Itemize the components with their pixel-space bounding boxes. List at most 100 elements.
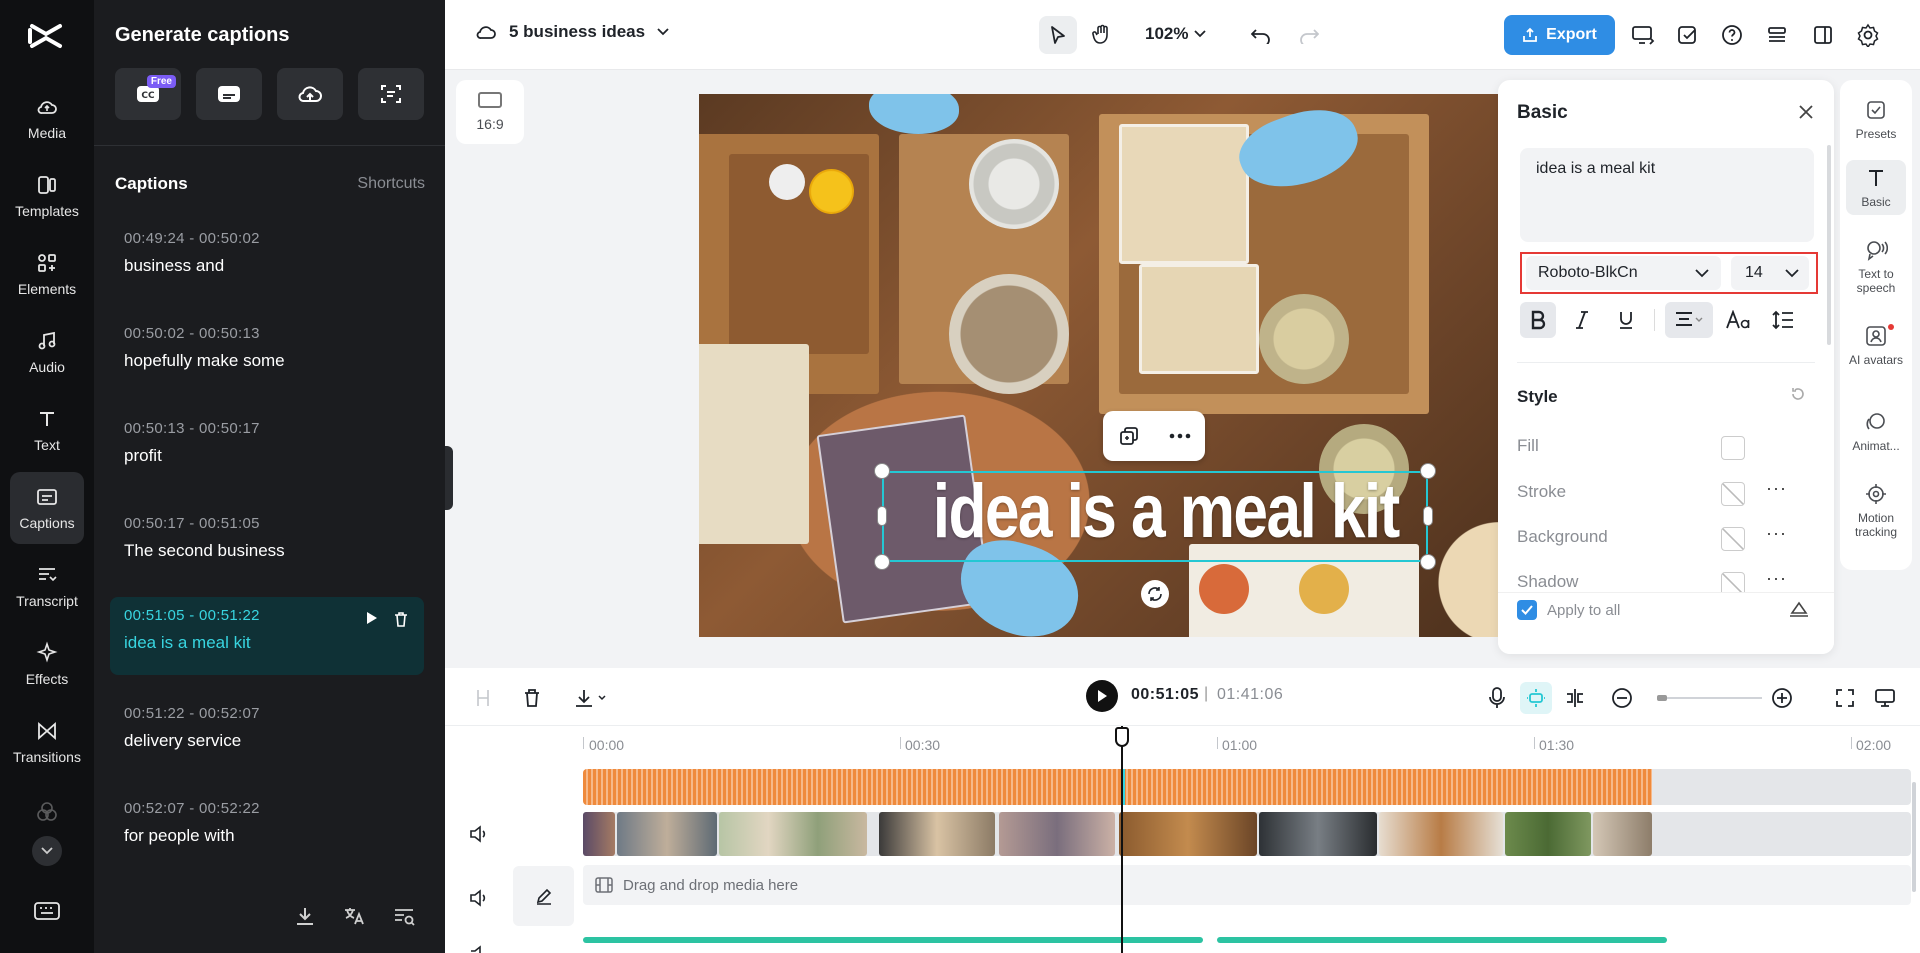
caption-text-field[interactable]: idea is a meal kit [1520,148,1814,242]
caption-text[interactable]: profit [124,446,424,466]
background-color-swatch[interactable] [1721,527,1745,551]
video-clip-thumbnail[interactable] [1119,812,1257,856]
rail-item-captions[interactable]: Captions [10,472,84,544]
rotate-handle[interactable] [1141,580,1169,608]
video-clip-thumbnail[interactable] [879,812,995,856]
more-icon[interactable] [1169,433,1191,439]
resize-handle-side[interactable] [1423,506,1433,526]
align-select[interactable] [1665,302,1713,338]
translate-icon[interactable] [342,904,366,928]
caption-item[interactable]: 00:52:07 - 00:52:22 for people with [110,790,424,868]
resize-handle[interactable] [1420,554,1436,570]
reset-icon[interactable] [1790,386,1806,402]
style-row-stroke[interactable]: Stroke ··· [1517,478,1815,506]
magnet-snap-button[interactable] [1520,682,1552,714]
duplicate-icon[interactable] [1118,425,1140,447]
tool-animation[interactable]: Animat... [1846,404,1906,459]
layers-icon[interactable] [1766,24,1788,46]
play-icon[interactable] [364,611,378,625]
gear-icon[interactable] [1856,23,1880,47]
capcut-logo-icon[interactable] [26,20,66,52]
italic-button[interactable] [1564,302,1600,338]
tool-text-to-speech[interactable]: Text to speech [1846,232,1906,301]
rail-item-media[interactable]: Media [10,82,84,154]
aspect-ratio-button[interactable]: 16:9 [456,80,524,144]
tool-basic[interactable]: Basic [1846,160,1906,215]
video-clip-thumbnail[interactable] [617,812,717,856]
delete-button[interactable] [518,684,546,712]
rail-item-templates[interactable]: Templates [10,160,84,232]
video-clip-thumbnail[interactable] [1593,812,1652,856]
panel-scrollbar[interactable] [1827,145,1831,345]
video-clip-thumbnail[interactable] [1379,812,1503,856]
speaker-icon[interactable] [469,888,489,908]
caption-text[interactable]: hopefully make some [124,351,424,371]
more-options-icon[interactable]: ··· [1766,523,1787,544]
timeline-scrollbar[interactable] [1912,782,1916,892]
underline-button[interactable] [1608,302,1644,338]
panel-collapse-handle[interactable] [445,446,453,510]
speaker-icon[interactable] [469,824,489,844]
font-family-select[interactable]: Roboto-BlkCn [1526,256,1721,290]
review-icon[interactable] [1676,24,1700,46]
link-clips-button[interactable] [1561,684,1589,712]
caption-text[interactable]: business and [124,256,424,276]
text-track-clip[interactable] [583,937,1203,943]
eraser-icon[interactable] [1788,599,1810,619]
play-button[interactable] [1086,680,1118,712]
caption-text[interactable]: The second business [124,541,424,561]
download-icon[interactable] [293,904,317,928]
video-clip-thumbnail[interactable] [999,812,1115,856]
more-options-icon[interactable]: ··· [1766,568,1787,589]
help-icon[interactable] [1721,24,1743,46]
resize-handle[interactable] [874,463,890,479]
shortcuts-link[interactable]: Shortcuts [357,175,425,193]
rail-item-transitions[interactable]: Transitions [10,706,84,778]
playhead-line[interactable] [1121,726,1123,953]
rail-item-text[interactable]: Text [10,394,84,466]
filters-icon[interactable] [35,800,59,824]
redo-button[interactable] [1290,16,1328,54]
keyboard-icon[interactable] [33,900,61,922]
video-clip-thumbnail[interactable] [1505,812,1591,856]
trash-icon[interactable] [394,611,408,627]
caption-audio-track[interactable] [583,769,1911,805]
hand-tool-button[interactable] [1083,16,1121,54]
video-track[interactable] [583,812,1911,856]
video-clip-thumbnail[interactable] [719,812,867,856]
text-selection-box[interactable] [882,471,1428,562]
download-menu-button[interactable] [571,684,611,712]
split-layout-icon[interactable] [1812,24,1834,46]
tool-motion-tracking[interactable]: Motion tracking [1846,476,1906,545]
auto-captions-button[interactable]: CC Free [115,68,181,120]
undo-button[interactable] [1242,16,1280,54]
fill-color-swatch[interactable] [1721,436,1745,460]
speaker-icon[interactable] [469,944,489,953]
zoom-slider-track[interactable] [1659,697,1762,699]
search-captions-icon[interactable] [392,904,416,928]
caption-item-active[interactable]: 00:51:05 - 00:51:22 idea is a meal kit [110,597,424,675]
text-track-clip[interactable] [1217,937,1667,943]
line-spacing-button[interactable] [1765,302,1801,338]
record-voice-button[interactable] [1483,684,1511,712]
tool-presets[interactable]: Presets [1846,92,1906,147]
more-options-icon[interactable]: ··· [1766,478,1787,499]
timeline[interactable]: 00:00 00:30 01:00 01:30 02:00 Drag and d… [445,726,1920,953]
caption-item[interactable]: 00:50:17 - 00:51:05 The second business [110,505,424,583]
media-drop-zone[interactable]: Drag and drop media here [583,865,1911,905]
present-icon[interactable] [1631,24,1655,46]
apply-to-all-row[interactable]: Apply to all [1517,600,1620,620]
resize-handle-side[interactable] [877,506,887,526]
project-title[interactable]: 5 business ideas [475,22,669,42]
style-row-background[interactable]: Background ··· [1517,523,1815,551]
select-tool-button[interactable] [1039,16,1077,54]
caption-item[interactable]: 00:50:02 - 00:50:13 hopefully make some [110,315,424,393]
scan-captions-button[interactable] [358,68,424,120]
tool-ai-avatars[interactable]: AI avatars [1846,318,1906,373]
rail-item-effects[interactable]: Effects [10,628,84,700]
caption-text[interactable]: for people with [124,826,424,846]
caption-text[interactable]: idea is a meal kit [124,633,424,653]
zoom-select[interactable]: 102% [1145,24,1207,44]
zoom-slider-handle[interactable] [1657,695,1667,701]
apply-to-all-checkbox[interactable] [1517,600,1537,620]
